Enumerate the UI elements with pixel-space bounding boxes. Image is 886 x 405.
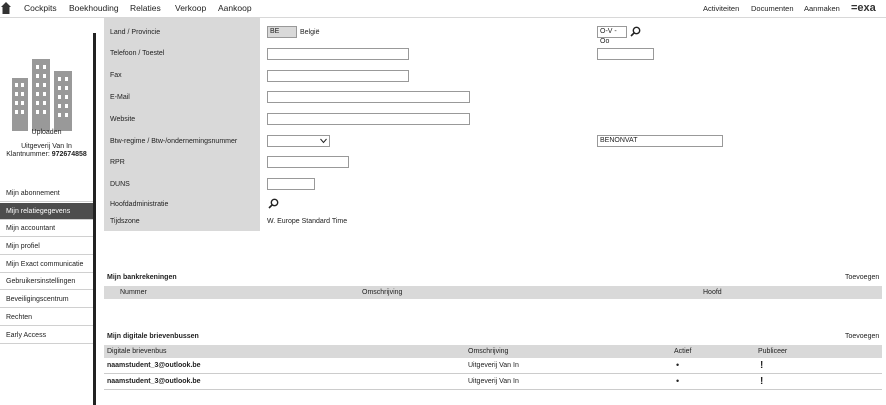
website-label: Website	[110, 116, 136, 123]
mailbox-address[interactable]: naamstudent_3@outlook.be	[107, 378, 201, 385]
sidebar-item-early-access[interactable]: Early Access	[0, 327, 93, 344]
upload-link[interactable]: Uploaden	[0, 129, 93, 136]
search-icon[interactable]	[630, 26, 641, 37]
nav-relaties[interactable]: Relaties	[130, 3, 161, 13]
mailbox-add-link[interactable]: Toevoegen	[845, 333, 879, 340]
col-publiceer: Publiceer	[758, 348, 788, 355]
active-dot-icon: •	[676, 376, 680, 386]
bank-section-title: Mijn bankrekeningen	[107, 274, 177, 281]
toestel-field[interactable]	[597, 48, 654, 60]
bank-add-link[interactable]: Toevoegen	[845, 274, 879, 281]
land-name: België	[300, 29, 320, 36]
row-divider	[104, 373, 882, 374]
sidebar-item-profiel[interactable]: Mijn profiel	[0, 238, 93, 255]
top-navigation: Cockpits Boekhouding Relaties Verkoop Aa…	[0, 0, 886, 18]
fax-field[interactable]	[267, 70, 409, 82]
nav-aanmaken[interactable]: Aanmaken	[804, 4, 840, 13]
tijdszone-label: Tijdszone	[110, 218, 140, 225]
nav-aankoop[interactable]: Aankoop	[218, 3, 252, 13]
sidebar-item-relatiegegevens[interactable]: Mijn relatiegegevens	[0, 203, 93, 220]
bank-table-header: Nummer Omschrijving Hoofd	[104, 286, 882, 299]
rpr-field[interactable]	[267, 156, 349, 168]
tijdszone-value: W. Europe Standard Time	[267, 218, 348, 225]
col-digitale-brievenbus: Digitale brievenbus	[107, 348, 167, 355]
mailbox-address[interactable]: naamstudent_3@outlook.be	[107, 362, 201, 369]
btw-regime-select[interactable]	[267, 135, 330, 147]
row-divider	[104, 389, 882, 390]
company-name: Uitgeverij Van In	[21, 143, 72, 150]
col-hoofd: Hoofd	[703, 289, 722, 296]
company-building-icon	[12, 59, 72, 131]
nav-boekhouding[interactable]: Boekhouding	[69, 3, 119, 13]
mailbox-description: Uitgeverij Van In	[468, 362, 519, 369]
telefoon-label: Telefoon / Toestel	[110, 50, 165, 57]
nav-verkoop[interactable]: Verkoop	[175, 3, 206, 13]
client-number-line: Klantnummer: 972674858	[0, 151, 93, 158]
home-icon[interactable]	[0, 1, 12, 15]
sidebar-item-abonnement[interactable]: Mijn abonnement	[0, 185, 93, 202]
nav-activiteiten[interactable]: Activiteiten	[703, 4, 739, 13]
publish-exclamation-icon[interactable]: !	[760, 360, 763, 371]
sidebar-item-exact-communicatie[interactable]: Mijn Exact communicatie	[0, 256, 93, 273]
btw-label: Btw-regime / Btw-/ondernemingsnummer	[110, 138, 238, 145]
search-icon[interactable]	[268, 198, 279, 209]
col-omschrijving: Omschrijving	[362, 289, 403, 296]
fax-label: Fax	[110, 72, 122, 79]
client-number-label: Klantnummer:	[6, 151, 50, 158]
mailbox-section-title: Mijn digitale brievenbussen	[107, 333, 199, 340]
nav-documenten[interactable]: Documenten	[751, 4, 794, 13]
col-omschrijving: Omschrijving	[468, 348, 509, 355]
sidebar-item-beveiligingscentrum[interactable]: Beveiligingscentrum	[0, 291, 93, 308]
telefoon-field[interactable]	[267, 48, 409, 60]
sidebar-divider	[93, 33, 96, 405]
col-nummer: Nummer	[120, 289, 147, 296]
land-label: Land / Provincie	[110, 29, 161, 36]
mailbox-table-header: Digitale brievenbus Omschrijving Actief …	[104, 345, 882, 358]
client-number: 972674858	[51, 151, 87, 158]
publish-exclamation-icon[interactable]: !	[760, 376, 763, 387]
hoofdadmin-label: Hoofdadministratie	[110, 201, 169, 208]
sidebar-item-gebruikersinstellingen[interactable]: Gebruikersinstellingen	[0, 273, 93, 290]
province-field[interactable]: O-V - Oo	[597, 26, 627, 45]
rpr-label: RPR	[110, 159, 125, 166]
active-dot-icon: •	[676, 360, 680, 370]
chevron-down-icon	[320, 138, 327, 144]
email-label: E-Mail	[110, 94, 130, 101]
mailbox-description: Uitgeverij Van In	[468, 378, 519, 385]
website-field[interactable]	[267, 113, 470, 125]
email-field[interactable]	[267, 91, 470, 103]
duns-label: DUNS	[110, 181, 130, 188]
sidebar-item-accountant[interactable]: Mijn accountant	[0, 220, 93, 237]
land-code-field[interactable]: BE	[267, 26, 297, 38]
sidebar-item-rechten[interactable]: Rechten	[0, 309, 93, 326]
duns-field[interactable]	[267, 178, 315, 190]
exact-logo: =exa	[851, 2, 876, 14]
btw-number-field[interactable]: BENONVAT	[597, 135, 723, 147]
col-actief: Actief	[674, 348, 692, 355]
nav-cockpits[interactable]: Cockpits	[24, 3, 57, 13]
